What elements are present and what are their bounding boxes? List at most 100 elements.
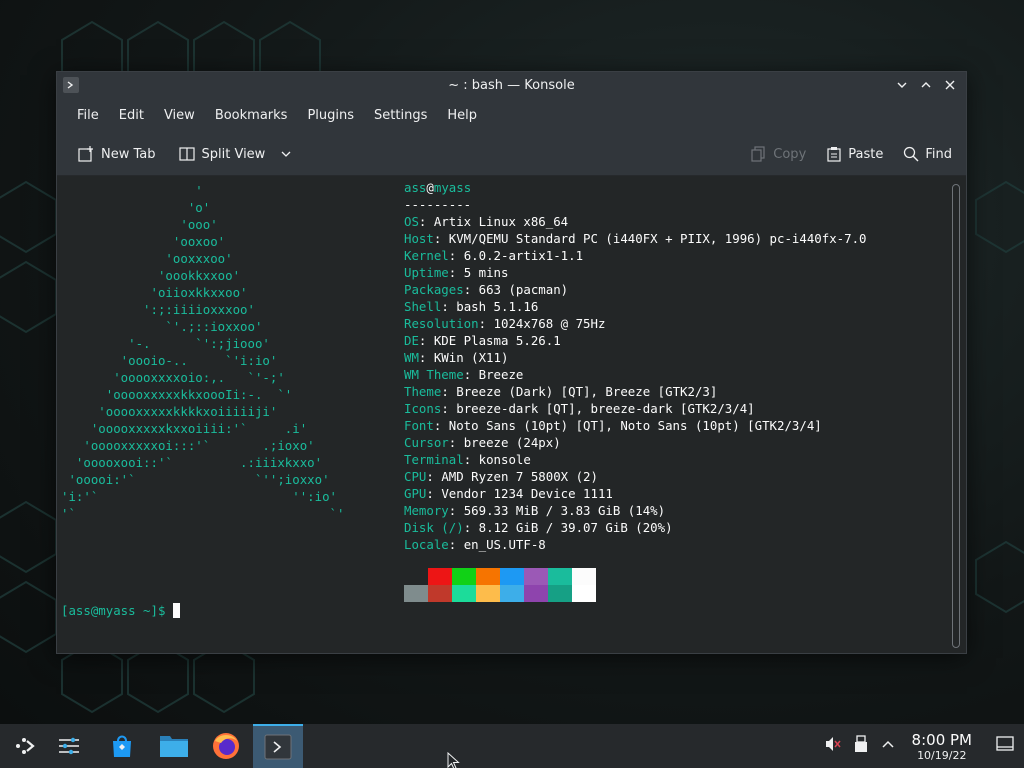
konsole-window: ~ : bash — Konsole File Edit View Bookma… xyxy=(56,71,967,654)
digital-clock[interactable]: 8:00 PM 10/19/22 xyxy=(912,731,972,762)
info-value: KDE Plasma 5.26.1 xyxy=(433,333,561,348)
info-value: 663 (pacman) xyxy=(478,282,569,297)
palette-swatch xyxy=(572,585,596,602)
text-cursor xyxy=(172,603,180,618)
info-value: AMD Ryzen 7 5800X (2) xyxy=(441,469,598,484)
minimize-icon[interactable] xyxy=(892,75,912,95)
info-key: Theme xyxy=(404,384,442,399)
info-key: Icons xyxy=(404,401,442,416)
toolbar: New Tab Split View Copy Paste Find xyxy=(57,132,966,176)
terminal-scrollbar[interactable] xyxy=(952,184,960,648)
info-line: CPU: AMD Ryzen 7 5800X (2) xyxy=(404,469,598,484)
info-key: Locale xyxy=(404,537,449,552)
show-desktop-icon[interactable] xyxy=(996,736,1014,756)
find-button[interactable]: Find xyxy=(897,138,958,170)
info-value: Breeze (Dark) [QT], Breeze [GTK2/3] xyxy=(456,384,718,399)
info-value: 1024x768 @ 75Hz xyxy=(493,316,606,331)
info-host: myass xyxy=(433,180,472,195)
usb-device-icon[interactable] xyxy=(854,735,868,757)
info-value: KVM/QEMU Standard PC (i440FX + PIIX, 199… xyxy=(448,231,867,246)
system-tray: 8:00 PM 10/19/22 xyxy=(824,724,1024,768)
discover-icon[interactable] xyxy=(97,724,147,768)
clock-date: 10/19/22 xyxy=(917,748,967,762)
info-line: WM Theme: Breeze xyxy=(404,367,524,382)
menu-file[interactable]: File xyxy=(67,102,109,128)
info-value: bash 5.1.16 xyxy=(456,299,539,314)
copy-label: Copy xyxy=(773,146,807,162)
info-value: breeze-dark [QT], breeze-dark [GTK2/3/4] xyxy=(456,401,755,416)
copy-icon xyxy=(751,146,765,162)
konsole-app-icon[interactable] xyxy=(63,77,79,93)
application-launcher-icon[interactable] xyxy=(0,724,50,768)
menu-plugins[interactable]: Plugins xyxy=(297,102,364,128)
info-line: Packages: 663 (pacman) xyxy=(404,282,569,297)
copy-button[interactable]: Copy xyxy=(745,138,812,170)
window-title: ~ : bash — Konsole xyxy=(448,77,575,93)
dolphin-icon[interactable] xyxy=(149,724,199,768)
info-line: Cursor: breeze (24px) xyxy=(404,435,561,450)
info-key: CPU xyxy=(404,469,427,484)
info-key: Cursor xyxy=(404,435,449,450)
info-line: Terminal: konsole xyxy=(404,452,531,467)
system-settings-icon[interactable] xyxy=(44,724,94,768)
info-line: Theme: Breeze (Dark) [QT], Breeze [GTK2/… xyxy=(404,384,718,399)
info-line: Resolution: 1024x768 @ 75Hz xyxy=(404,316,606,331)
info-key: OS xyxy=(404,214,419,229)
info-line: Host: KVM/QEMU Standard PC (i440FX + PII… xyxy=(404,231,867,246)
info-line: Locale: en_US.UTF-8 xyxy=(404,537,546,552)
window-titlebar[interactable]: ~ : bash — Konsole xyxy=(57,72,966,98)
paste-button[interactable]: Paste xyxy=(820,138,889,170)
neofetch-info: ass@myass --------- OS: Artix Linux x86_64… xyxy=(404,180,867,552)
palette-swatch xyxy=(476,585,500,602)
palette-swatch xyxy=(524,585,548,602)
new-tab-button[interactable]: New Tab xyxy=(71,138,162,170)
info-value: Noto Sans (10pt) [QT], Noto Sans (10pt) … xyxy=(448,418,822,433)
close-icon[interactable] xyxy=(940,75,960,95)
info-value: 569.33 MiB / 3.83 GiB (14%) xyxy=(463,503,666,518)
paste-icon xyxy=(827,147,841,162)
palette-swatch xyxy=(572,568,596,585)
info-line: DE: KDE Plasma 5.26.1 xyxy=(404,333,561,348)
info-key: Uptime xyxy=(404,265,449,280)
info-separator: --------- xyxy=(404,197,472,212)
info-line: Icons: breeze-dark [QT], breeze-dark [GT… xyxy=(404,401,755,416)
menu-bookmarks[interactable]: Bookmarks xyxy=(205,102,298,128)
maximize-icon[interactable] xyxy=(916,75,936,95)
info-value: 8.12 GiB / 39.07 GiB (20%) xyxy=(478,520,673,535)
palette-swatch xyxy=(452,568,476,585)
terminal-view[interactable]: ' 'o' 'ooo' 'ooxoo' 'ooxxxoo' 'oookkxxoo… xyxy=(57,176,966,653)
info-key: Memory xyxy=(404,503,449,518)
palette-swatch xyxy=(476,568,500,585)
menu-settings[interactable]: Settings xyxy=(364,102,437,128)
chevron-up-icon[interactable] xyxy=(880,736,896,756)
shell-prompt[interactable]: [ass@myass ~]$ xyxy=(61,603,180,618)
search-icon xyxy=(904,146,919,162)
chevron-down-icon[interactable] xyxy=(279,147,293,161)
volume-muted-icon[interactable] xyxy=(824,735,842,757)
info-key: Shell xyxy=(404,299,442,314)
menu-help[interactable]: Help xyxy=(437,102,487,128)
palette-swatch xyxy=(428,585,452,602)
info-value: KWin (X11) xyxy=(433,350,509,365)
split-view-button[interactable]: Split View xyxy=(172,138,300,170)
paste-label: Paste xyxy=(848,146,884,162)
info-line: GPU: Vendor 1234 Device 1111 xyxy=(404,486,613,501)
menu-edit[interactable]: Edit xyxy=(109,102,154,128)
konsole-taskbar-icon[interactable] xyxy=(253,724,303,768)
info-line: Disk (/): 8.12 GiB / 39.07 GiB (20%) xyxy=(404,520,673,535)
info-value: konsole xyxy=(478,452,531,467)
palette-swatch xyxy=(452,585,476,602)
palette-swatch xyxy=(404,585,428,602)
info-line: WM: KWin (X11) xyxy=(404,350,509,365)
firefox-icon[interactable] xyxy=(201,724,251,768)
info-key: Terminal xyxy=(404,452,464,467)
info-user: ass xyxy=(404,180,427,195)
info-line: Shell: bash 5.1.16 xyxy=(404,299,539,314)
info-line: Uptime: 5 mins xyxy=(404,265,509,280)
palette-swatch xyxy=(500,585,524,602)
palette-swatch xyxy=(524,568,548,585)
menu-view[interactable]: View xyxy=(154,102,205,128)
info-key: Resolution xyxy=(404,316,479,331)
info-key: Disk (/) xyxy=(404,520,464,535)
info-key: Kernel xyxy=(404,248,449,263)
